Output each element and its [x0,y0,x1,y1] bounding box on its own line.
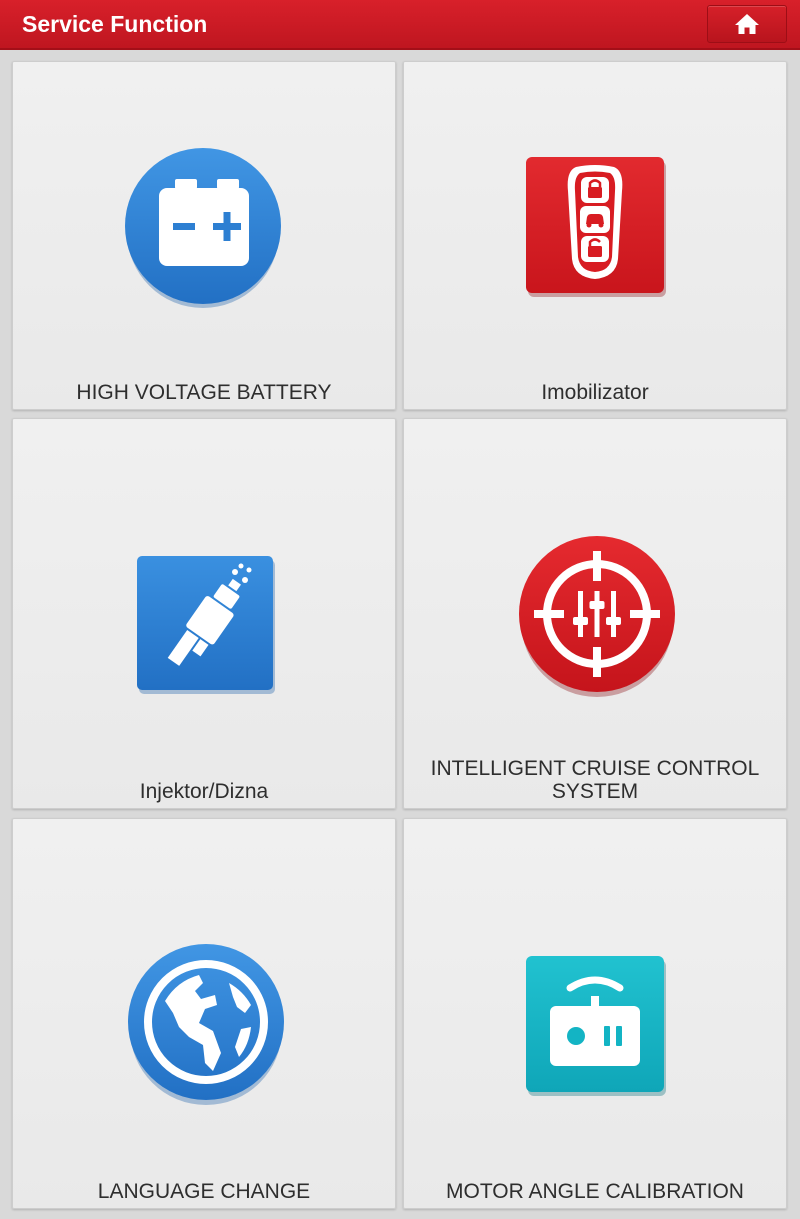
tile-language-change[interactable]: LANGUAGE CHANGE [12,818,396,1209]
tile-label: Imobilizator [541,381,649,404]
home-icon [735,14,759,34]
globe-icon [128,944,284,1105]
car-key-fob-icon [526,157,666,297]
injector-icon [137,556,275,694]
battery-icon [125,148,281,308]
tile-label-line2: SYSTEM [551,780,639,803]
tile-label: HIGH VOLTAGE BATTERY [76,381,332,404]
tile-motor-angle-calibration[interactable]: MOTOR ANGLE CALIBRATION [403,818,787,1209]
tile-imobilizator[interactable]: Imobilizator [403,61,787,410]
remote-control-icon [526,956,666,1096]
tile-label: MOTOR ANGLE CALIBRATION [446,1180,744,1203]
home-button[interactable] [707,5,787,43]
tile-label: Injektor/Dizna [139,780,269,803]
tile-injektor-dizna[interactable]: Injektor/Dizna [12,418,396,809]
tile-label: LANGUAGE CHANGE [97,1180,311,1203]
cruise-control-target-icon [519,536,675,697]
tile-label-line1: INTELLIGENT CRUISE CONTROL [430,757,760,780]
tile-high-voltage-battery[interactable]: HIGH VOLTAGE BATTERY [12,61,396,410]
title-bar: Service Function [0,0,800,50]
tile-intelligent-cruise-control-system[interactable]: INTELLIGENT CRUISE CONTROL SYSTEM [403,418,787,809]
page-title: Service Function [22,11,208,37]
